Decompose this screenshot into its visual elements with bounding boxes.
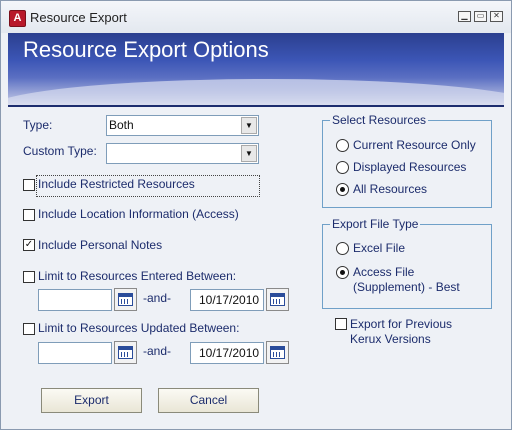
entered-to-date-value: 10/17/2010 [199, 293, 260, 307]
include-restricted-checkbox[interactable] [23, 179, 35, 191]
title-bar[interactable]: A Resource Export ▁ ▭ ✕ [1, 1, 511, 33]
entered-to-date-input[interactable]: 10/17/2010 [190, 289, 264, 311]
export-button[interactable]: Export [41, 388, 142, 413]
minimize-icon[interactable]: ▁ [458, 11, 471, 22]
header-banner: Resource Export Options [8, 33, 504, 107]
entered-from-date-input[interactable] [38, 289, 112, 311]
radio-all-resources[interactable] [336, 183, 349, 196]
type-label: Type: [23, 118, 53, 132]
app-icon: A [9, 10, 26, 27]
access-file-label-line2[interactable]: (Supplement) - Best [353, 280, 460, 294]
updated-from-date-input[interactable] [38, 342, 112, 364]
calendar-icon [118, 346, 133, 359]
previous-versions-label-line2[interactable]: Kerux Versions [350, 332, 431, 346]
radio-selected-dot [340, 270, 345, 275]
restore-icon[interactable]: ▭ [474, 11, 487, 22]
entered-from-calendar-button[interactable] [114, 288, 137, 311]
export-file-type-title: Export File Type [330, 217, 421, 231]
banner-decoration [8, 79, 504, 105]
updated-and-label: -and- [143, 344, 172, 358]
resource-export-window: A Resource Export ▁ ▭ ✕ Resource Export … [0, 0, 512, 430]
radio-displayed-resources[interactable] [336, 161, 349, 174]
include-location-checkbox[interactable] [23, 209, 35, 221]
updated-from-calendar-button[interactable] [114, 341, 137, 364]
updated-to-date-value: 10/17/2010 [199, 346, 260, 360]
limit-updated-checkbox[interactable] [23, 323, 35, 335]
window-title: Resource Export [30, 10, 127, 25]
banner-title: Resource Export Options [23, 37, 269, 62]
type-select[interactable]: Both ▼ [106, 115, 259, 136]
previous-versions-checkbox[interactable] [335, 318, 347, 330]
include-notes-label[interactable]: Include Personal Notes [38, 238, 162, 252]
custom-type-select[interactable]: ▼ [106, 143, 259, 164]
calendar-icon [270, 293, 285, 306]
chevron-down-icon[interactable]: ▼ [241, 117, 257, 134]
export-file-type-group: Export File Type Excel File Access File … [322, 217, 492, 309]
updated-to-calendar-button[interactable] [266, 341, 289, 364]
include-location-label[interactable]: Include Location Information (Access) [38, 207, 239, 221]
previous-versions-label-line1[interactable]: Export for Previous [350, 317, 452, 331]
calendar-icon [270, 346, 285, 359]
select-resources-title: Select Resources [330, 113, 429, 127]
custom-type-label: Custom Type: [23, 144, 97, 158]
entered-to-calendar-button[interactable] [266, 288, 289, 311]
form-body: Type: Both ▼ Custom Type: ▼ Include Rest… [8, 107, 504, 425]
calendar-icon [118, 293, 133, 306]
cancel-button[interactable]: Cancel [158, 388, 259, 413]
updated-to-date-input[interactable]: 10/17/2010 [190, 342, 264, 364]
limit-updated-label[interactable]: Limit to Resources Updated Between: [38, 321, 239, 335]
radio-access-file[interactable] [336, 266, 349, 279]
include-restricted-label[interactable]: Include Restricted Resources [38, 177, 195, 191]
radio-excel-file[interactable] [336, 242, 349, 255]
excel-file-label[interactable]: Excel File [353, 241, 405, 255]
access-file-label-line1[interactable]: Access File [353, 265, 414, 279]
radio-current-resource[interactable] [336, 139, 349, 152]
close-icon[interactable]: ✕ [490, 11, 503, 22]
entered-and-label: -and- [143, 291, 172, 305]
radio-selected-dot [340, 187, 345, 192]
select-resources-group: Select Resources Current Resource Only D… [322, 113, 492, 208]
displayed-resources-label[interactable]: Displayed Resources [353, 160, 466, 174]
all-resources-label[interactable]: All Resources [353, 182, 427, 196]
type-select-value: Both [109, 118, 134, 132]
current-resource-label[interactable]: Current Resource Only [353, 138, 476, 152]
chevron-down-icon[interactable]: ▼ [241, 145, 257, 162]
include-notes-checkbox[interactable]: ✓ [23, 239, 35, 251]
limit-entered-checkbox[interactable] [23, 271, 35, 283]
limit-entered-label[interactable]: Limit to Resources Entered Between: [38, 269, 236, 283]
